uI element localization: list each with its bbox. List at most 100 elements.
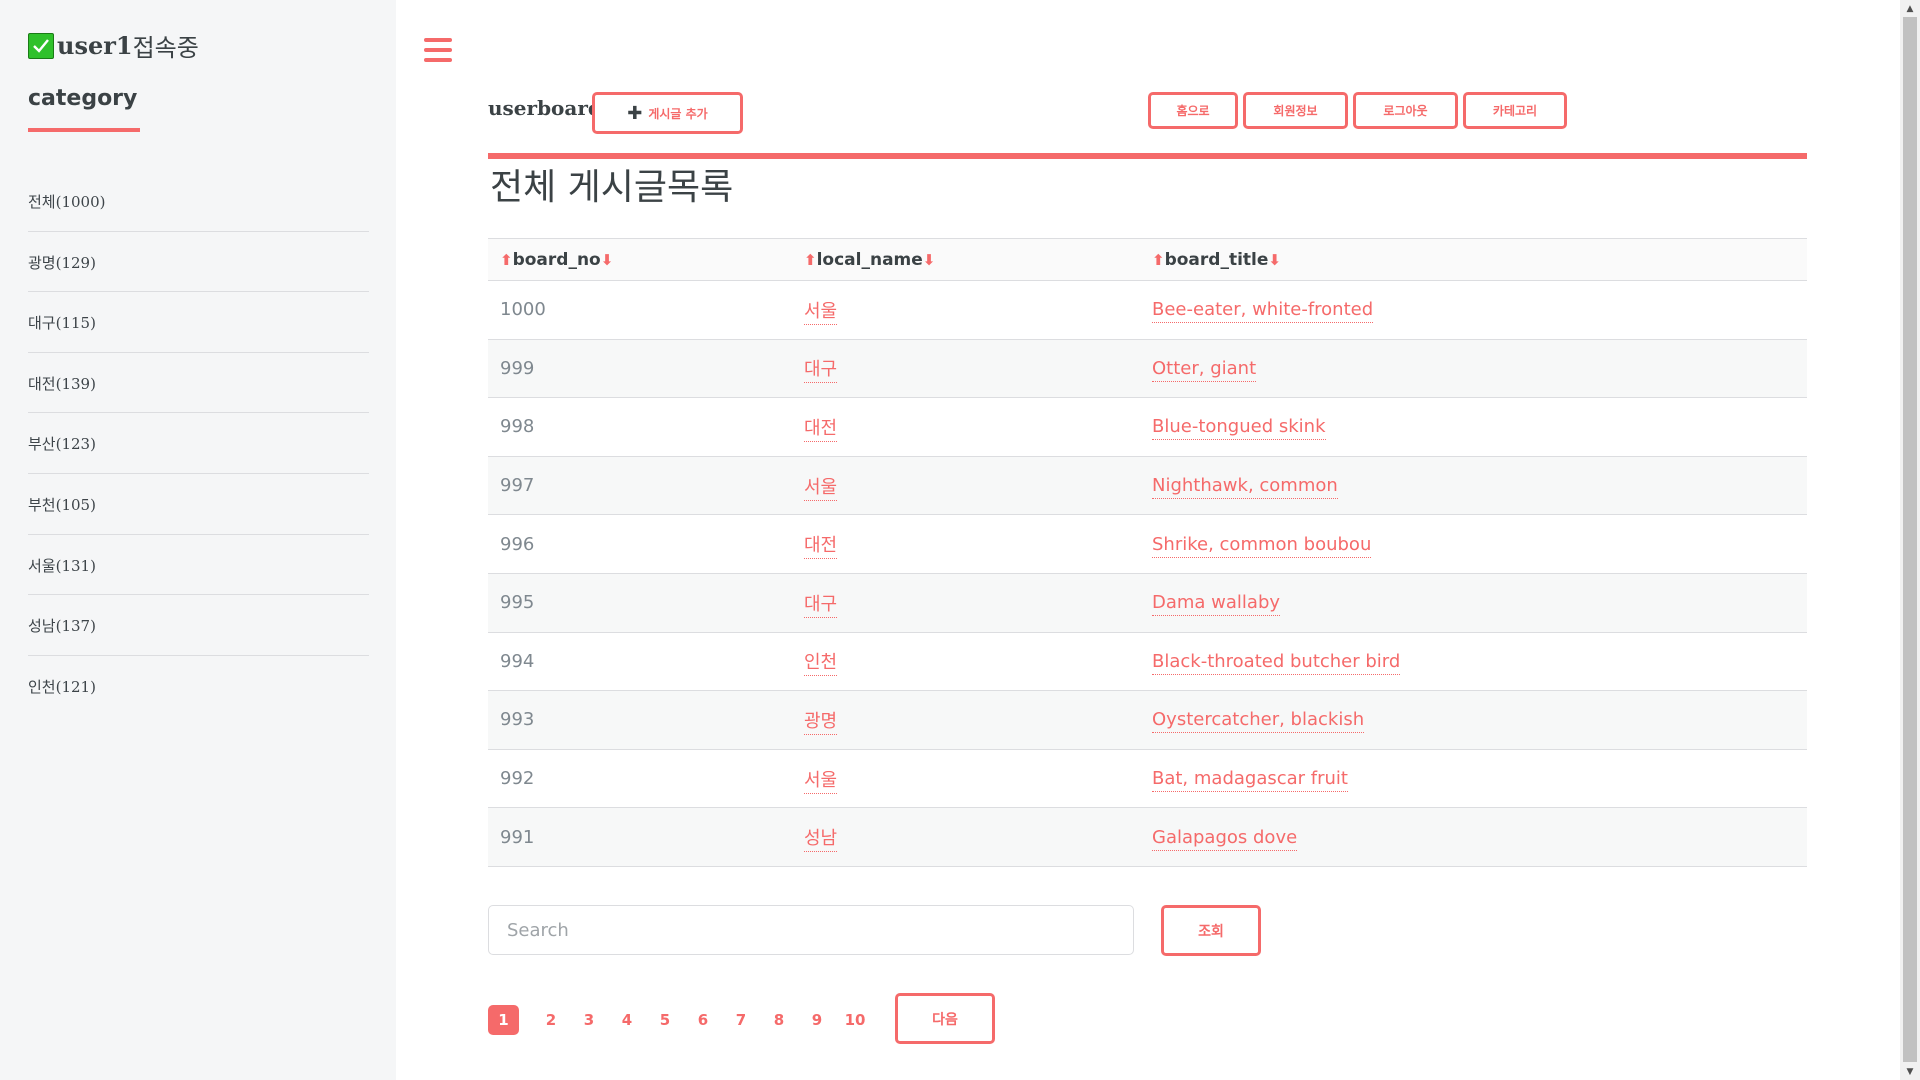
table-row: 994 인천 Black-throated butcher bird bbox=[488, 633, 1807, 692]
local-name-link[interactable]: 대구 bbox=[804, 359, 838, 384]
menu-line bbox=[424, 48, 452, 52]
arrow-up-icon[interactable]: ⬆ bbox=[1152, 251, 1165, 269]
table-row: 991 성남 Galapagos dove bbox=[488, 808, 1807, 867]
add-post-button[interactable]: ✚ 게시글 추가 bbox=[592, 92, 743, 134]
category-item-seoul[interactable]: 서울(131) bbox=[28, 535, 369, 596]
board-no-cell: 993 bbox=[500, 709, 535, 731]
page-link-6[interactable]: 6 bbox=[684, 1005, 722, 1035]
page-link-5[interactable]: 5 bbox=[646, 1005, 684, 1035]
add-post-label: 게시글 추가 bbox=[648, 106, 708, 121]
local-name-link[interactable]: 서울 bbox=[804, 769, 838, 794]
category-underline bbox=[28, 128, 140, 132]
page-link-7[interactable]: 7 bbox=[722, 1005, 760, 1035]
category-item-busan[interactable]: 부산(123) bbox=[28, 413, 369, 474]
page-link-9[interactable]: 9 bbox=[798, 1005, 836, 1035]
board-title-link[interactable]: Dama wallaby bbox=[1152, 592, 1281, 617]
user-status-suffix: 접속중 bbox=[132, 34, 199, 62]
menu-line bbox=[424, 58, 452, 62]
local-name-link[interactable]: 서울 bbox=[804, 476, 838, 501]
scroll-up-arrow-icon[interactable]: ▲ bbox=[1900, 0, 1920, 17]
search-button[interactable]: 조회 bbox=[1161, 905, 1261, 956]
user-status: user1 접속중 bbox=[28, 28, 199, 63]
board-no-cell: 996 bbox=[500, 533, 535, 555]
search-input[interactable] bbox=[488, 905, 1134, 955]
pagination: 1 2 3 4 5 6 7 8 9 10 bbox=[488, 1005, 874, 1035]
column-label: local_name bbox=[816, 249, 923, 270]
table-row: 993 광명 Oystercatcher, blackish bbox=[488, 691, 1807, 750]
board-title-link[interactable]: Bee-eater, white-fronted bbox=[1152, 299, 1374, 324]
page-title: 전체 게시글목록 bbox=[490, 167, 734, 208]
category-item-incheon[interactable]: 인천(121) bbox=[28, 656, 369, 717]
local-name-link[interactable]: 대구 bbox=[804, 593, 838, 618]
board-title-link[interactable]: Nighthawk, common bbox=[1152, 475, 1338, 500]
local-name-link[interactable]: 대전 bbox=[804, 417, 838, 442]
board-table: ⬆board_no⬇ ⬆local_name⬇ ⬆board_title⬇ 10… bbox=[488, 238, 1807, 867]
arrow-down-icon[interactable]: ⬇ bbox=[923, 251, 936, 269]
arrow-down-icon[interactable]: ⬇ bbox=[601, 251, 614, 269]
table-row: 992 서울 Bat, madagascar fruit bbox=[488, 750, 1807, 809]
category-item-bucheon[interactable]: 부천(105) bbox=[28, 474, 369, 535]
arrow-down-icon[interactable]: ⬇ bbox=[1268, 251, 1281, 269]
page-link-10[interactable]: 10 bbox=[836, 1005, 874, 1035]
category-button[interactable]: 카테고리 bbox=[1463, 92, 1567, 129]
category-item-all[interactable]: 전체(1000) bbox=[28, 171, 369, 232]
table-row: 996 대전 Shrike, common boubou bbox=[488, 515, 1807, 574]
local-name-link[interactable]: 광명 bbox=[804, 710, 838, 735]
category-item-seongnam[interactable]: 성남(137) bbox=[28, 595, 369, 656]
table-row: 998 대전 Blue-tongued skink bbox=[488, 398, 1807, 457]
board-no-cell: 997 bbox=[500, 475, 535, 497]
next-page-button[interactable]: 다음 bbox=[895, 993, 995, 1044]
board-title-link[interactable]: Shrike, common boubou bbox=[1152, 533, 1372, 558]
column-label: board_no bbox=[512, 249, 601, 270]
scrollbar-thumb[interactable] bbox=[1903, 17, 1917, 1062]
board-no-cell: 1000 bbox=[500, 299, 546, 321]
table-row: 999 대구 Otter, giant bbox=[488, 339, 1807, 399]
page-link-3[interactable]: 3 bbox=[570, 1005, 608, 1035]
logout-button[interactable]: 로그아웃 bbox=[1353, 92, 1458, 129]
board-no-cell: 994 bbox=[500, 650, 535, 672]
column-header-local-name: ⬆local_name⬇ bbox=[802, 250, 1152, 270]
board-no-cell: 995 bbox=[500, 592, 535, 614]
board-no-cell: 999 bbox=[500, 357, 535, 379]
board-title-link[interactable]: Black-throated butcher bird bbox=[1152, 650, 1401, 675]
arrow-up-icon[interactable]: ⬆ bbox=[500, 251, 513, 269]
board-title-link[interactable]: Otter, giant bbox=[1152, 357, 1257, 382]
column-header-board-title: ⬆board_title⬇ bbox=[1152, 250, 1807, 270]
category-item-gwangmyeong[interactable]: 광명(129) bbox=[28, 232, 369, 293]
local-name-link[interactable]: 대전 bbox=[804, 535, 838, 560]
vertical-scrollbar[interactable]: ▲ ▼ bbox=[1900, 0, 1920, 1080]
category-list: 전체(1000) 광명(129) 대구(115) 대전(139) 부산(123)… bbox=[28, 171, 369, 716]
table-header: ⬆board_no⬇ ⬆local_name⬇ ⬆board_title⬇ bbox=[488, 238, 1807, 281]
user-name: user1 bbox=[57, 31, 133, 60]
home-button[interactable]: 홈으로 bbox=[1148, 92, 1238, 129]
sidebar: user1 접속중 category 전체(1000) 광명(129) 대구(1… bbox=[0, 0, 396, 1080]
arrow-up-icon[interactable]: ⬆ bbox=[804, 251, 817, 269]
member-info-button[interactable]: 회원정보 bbox=[1243, 92, 1348, 129]
board-title-link[interactable]: Bat, madagascar fruit bbox=[1152, 768, 1348, 793]
local-name-link[interactable]: 인천 bbox=[804, 652, 838, 677]
board-no-cell: 992 bbox=[500, 768, 535, 790]
column-label: board_title bbox=[1164, 249, 1269, 270]
page-link-4[interactable]: 4 bbox=[608, 1005, 646, 1035]
board-title-link[interactable]: Galapagos dove bbox=[1152, 826, 1298, 851]
table-row: 997 서울 Nighthawk, common bbox=[488, 456, 1807, 516]
board-title-link[interactable]: Blue-tongued skink bbox=[1152, 416, 1326, 441]
board-title-link[interactable]: Oystercatcher, blackish bbox=[1152, 709, 1365, 734]
menu-line bbox=[424, 38, 452, 42]
page-link-2[interactable]: 2 bbox=[532, 1005, 570, 1035]
category-item-daegu[interactable]: 대구(115) bbox=[28, 292, 369, 353]
local-name-link[interactable]: 성남 bbox=[804, 828, 838, 853]
page-link-1[interactable]: 1 bbox=[488, 1005, 519, 1035]
brand-title: userboard bbox=[488, 96, 602, 120]
category-item-daejeon[interactable]: 대전(139) bbox=[28, 353, 369, 414]
category-title: category bbox=[28, 86, 138, 111]
board-no-cell: 998 bbox=[500, 416, 535, 438]
hamburger-menu-icon[interactable] bbox=[424, 38, 452, 62]
scroll-down-arrow-icon[interactable]: ▼ bbox=[1900, 1063, 1920, 1080]
table-row: 995 대구 Dama wallaby bbox=[488, 573, 1807, 633]
column-header-board-no: ⬆board_no⬇ bbox=[488, 250, 802, 270]
board-no-cell: 991 bbox=[500, 826, 535, 848]
plus-icon: ✚ bbox=[627, 102, 643, 124]
page-link-8[interactable]: 8 bbox=[760, 1005, 798, 1035]
local-name-link[interactable]: 서울 bbox=[804, 300, 838, 325]
